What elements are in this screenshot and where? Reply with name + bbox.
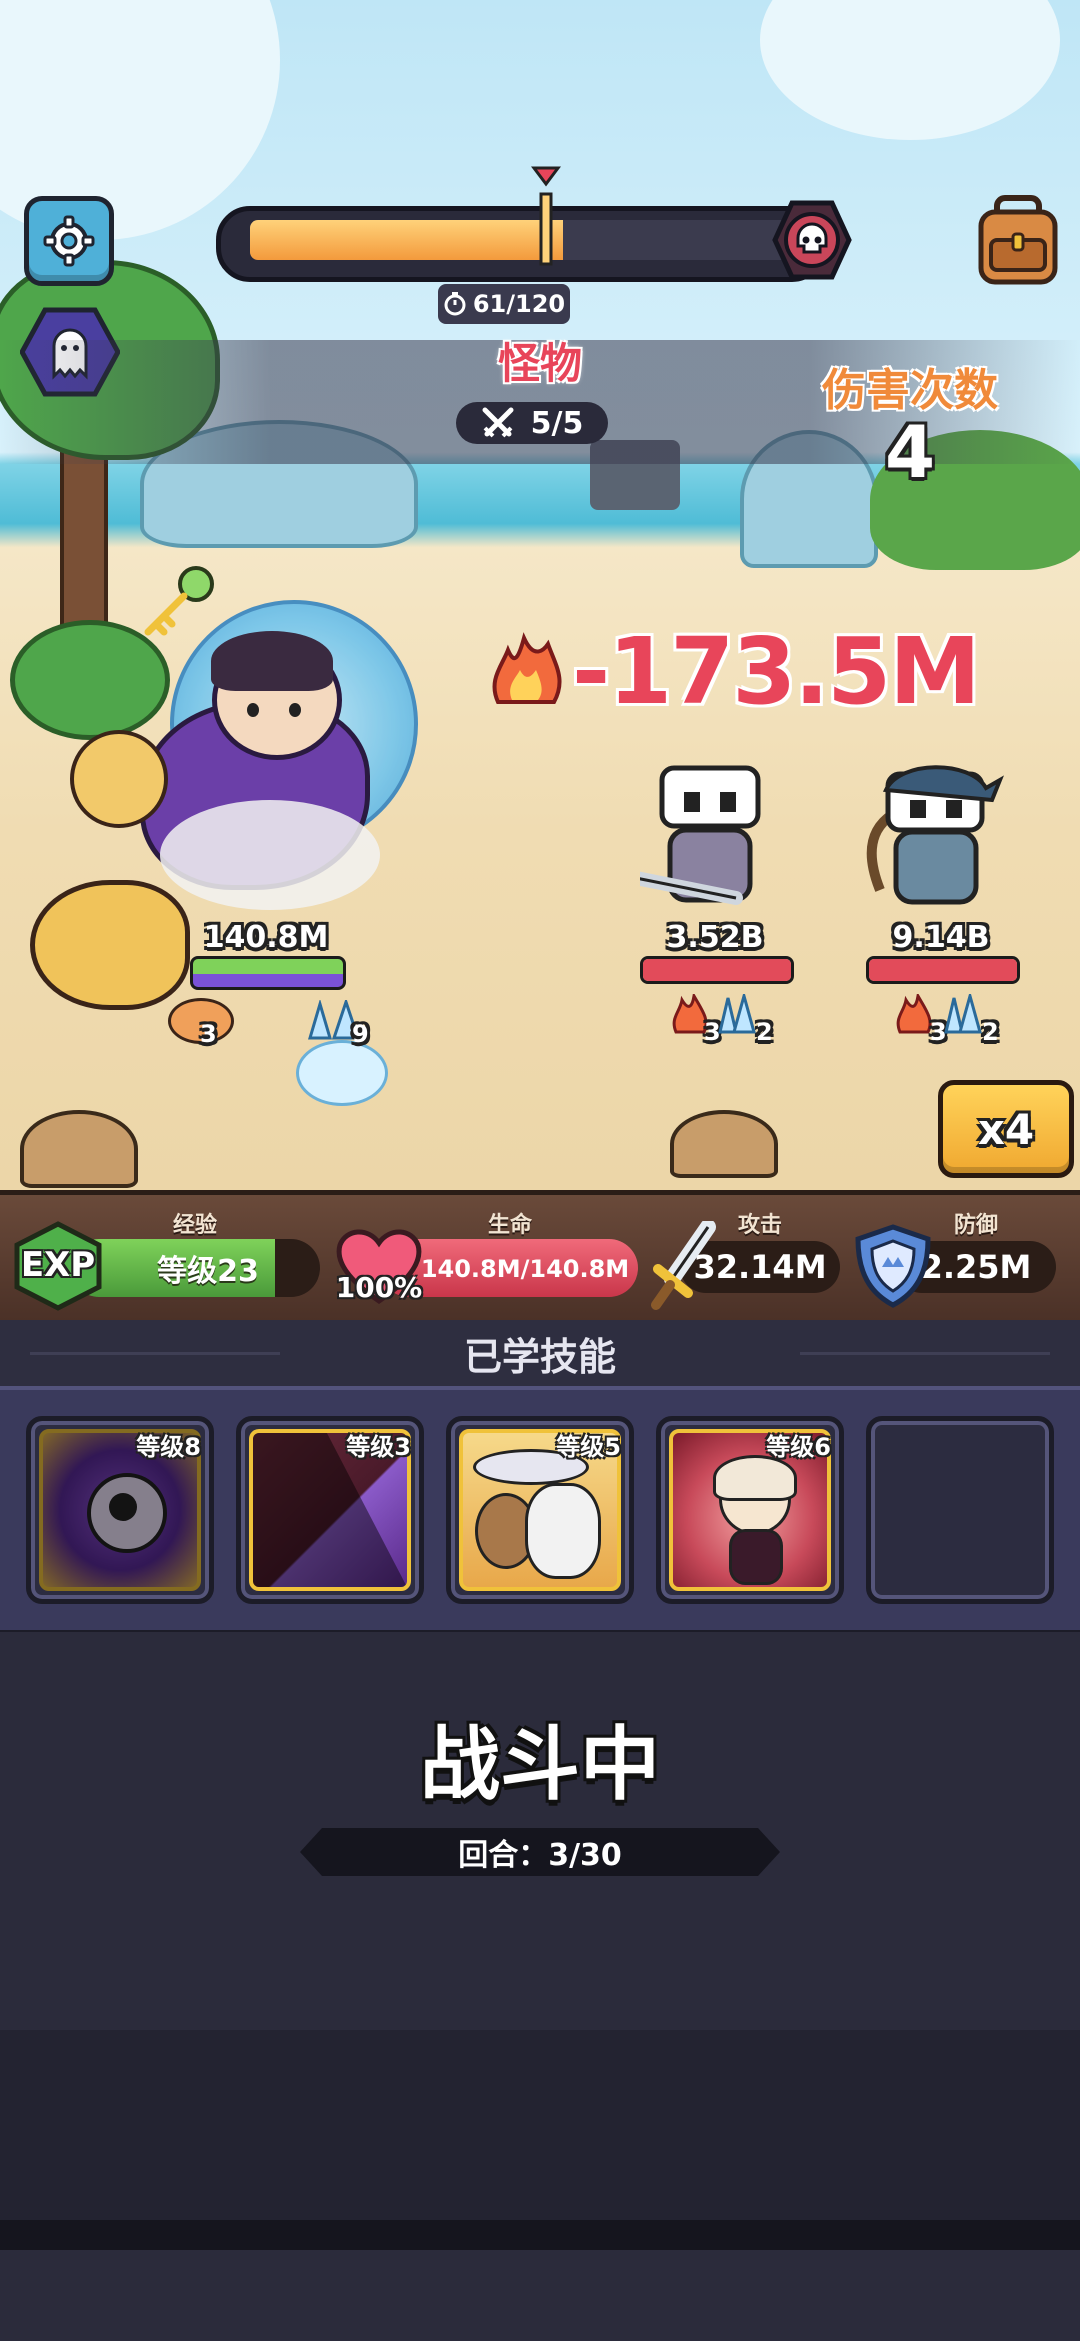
fire-damage-icon	[488, 630, 566, 708]
boss-skull-icon	[772, 200, 852, 280]
skill-slot-4[interactable]: 等级6	[656, 1416, 844, 1604]
wave-text: 5/5	[530, 405, 584, 441]
boss-progress	[216, 166, 856, 282]
shield-icon	[852, 1223, 934, 1309]
exp-badge-text: EXP	[20, 1245, 96, 1285]
sword-icon	[648, 1219, 718, 1311]
hero-hp-bar	[190, 956, 346, 990]
skills-panel: 等级8 等级3 等级5 等级6	[0, 1386, 1080, 1636]
summon-count-a: 3	[200, 1020, 217, 1048]
timer-pill: 61/120	[438, 284, 570, 324]
level-text: 等级23	[157, 1254, 259, 1289]
burn-status-icon	[894, 991, 934, 1034]
skill-slot-1[interactable]: 等级8	[26, 1416, 214, 1604]
round-banner: 回合：3/30	[300, 1828, 780, 1876]
skills-title: 已学技能	[463, 1334, 616, 1379]
damage-popup: -173.5M	[572, 618, 981, 725]
hp-value: 140.8M/140.8M	[420, 1255, 630, 1283]
beach-rock	[670, 1110, 778, 1178]
backpack-icon	[978, 195, 1058, 285]
defense-label: 防御	[953, 1213, 998, 1238]
freeze-status-icon	[942, 990, 986, 1034]
attack-label: 攻击	[737, 1213, 782, 1238]
enemy-2-freeze-count: 2	[982, 1018, 999, 1046]
enemy-1-freeze-count: 2	[756, 1018, 773, 1046]
enemy-skeleton-bandana[interactable]	[860, 760, 1010, 920]
stage-title: 怪物	[497, 339, 582, 388]
skill-slot-2[interactable]: 等级3	[236, 1416, 424, 1604]
backpack-button[interactable]	[975, 194, 1061, 286]
settings-button[interactable]	[24, 196, 114, 286]
enemy-1-hp-text: 3.52B	[666, 920, 764, 955]
progress-track	[250, 220, 790, 260]
kitten-pet	[70, 730, 168, 828]
lower-bottom-strip	[0, 2220, 1080, 2250]
battle-status-title: 战斗中	[420, 1718, 660, 1811]
battle-scene: 61/120 怪物 5/5 伤害次数 4 -173.5M 140.8M 3 9 …	[0, 0, 1080, 1190]
skills-header: 已学技能	[0, 1320, 1080, 1386]
hero-character	[211, 631, 342, 760]
hit-count-label: 伤害次数	[822, 365, 998, 416]
progress-marker	[531, 166, 562, 276]
freeze-status-icon	[716, 990, 760, 1034]
exp-label: 经验	[172, 1213, 217, 1238]
cloud-pet	[296, 1040, 388, 1106]
summon-count-b: 9	[352, 1020, 369, 1048]
enemy-2-hp-text: 9.14B	[892, 920, 990, 955]
exp-badge-icon: EXP	[12, 1221, 104, 1311]
hit-count-value: 4	[884, 410, 936, 494]
smoke-puff	[160, 800, 380, 910]
skill-3-level: 等级5	[556, 1433, 621, 1461]
speed-label: x4	[977, 1104, 1035, 1154]
progress-fill	[250, 220, 564, 260]
enemy-1-hp-bar	[640, 956, 794, 984]
key-staff-icon	[140, 560, 220, 640]
skill-1-level: 等级8	[136, 1433, 201, 1461]
timer-text: 61/120	[472, 290, 566, 318]
hp-label: 生命	[487, 1213, 532, 1238]
hero-hp-text: 140.8M	[203, 920, 329, 955]
skill-slot-empty[interactable]	[866, 1416, 1054, 1604]
lower-band	[0, 2030, 1080, 2220]
wave-pill: 5/5	[456, 402, 608, 444]
yellow-pet	[30, 880, 190, 1010]
beach-rock	[20, 1110, 138, 1188]
gear-icon	[43, 215, 95, 267]
skill-slot-3[interactable]: 等级5	[446, 1416, 634, 1604]
enemy-skeleton-sword[interactable]	[629, 760, 780, 920]
skill-4-level: 等级6	[766, 1433, 831, 1461]
hp-percent: 100%	[335, 1271, 423, 1304]
stats-bar: 经验 等级23 EXP 生命 140.8M/140.8M 100% 攻击 32.…	[0, 1190, 1080, 1325]
speed-x4-button[interactable]: x4	[938, 1080, 1074, 1178]
crossed-swords-icon	[482, 407, 514, 438]
skill-2-level: 等级3	[346, 1433, 411, 1461]
round-text: 回合：3/30	[458, 1838, 622, 1873]
cloud	[760, 0, 1060, 140]
enemy-2-hp-bar	[866, 956, 1020, 984]
stopwatch-icon	[444, 292, 466, 316]
